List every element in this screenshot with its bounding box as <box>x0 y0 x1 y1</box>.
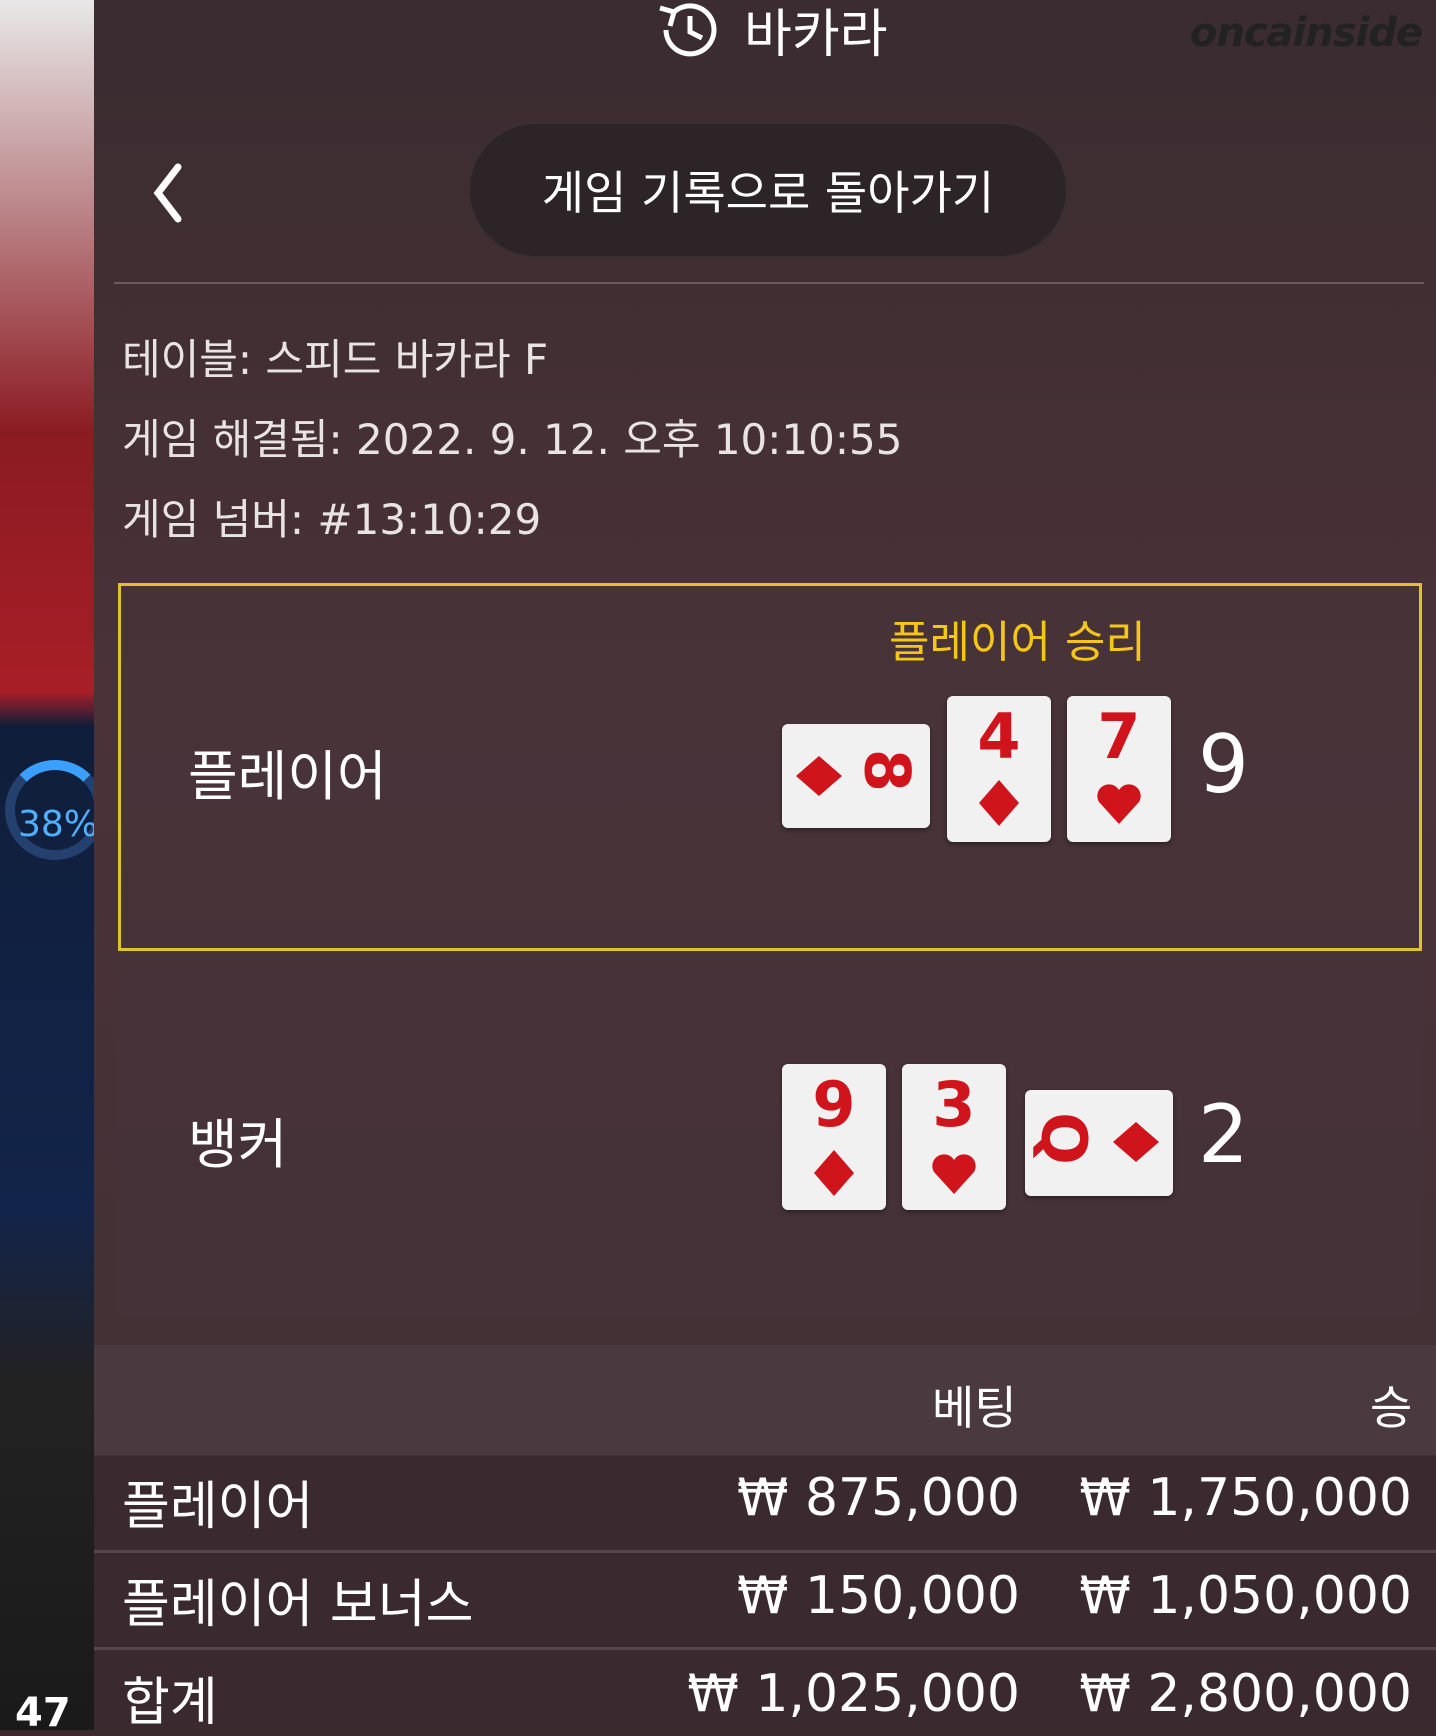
heart-icon <box>932 1154 976 1194</box>
bet-name: 플레이어 보너스 <box>122 1575 474 1635</box>
background-number: 47 <box>15 1690 71 1736</box>
total-bet-amount: ₩ 1,025,000 <box>687 1664 1020 1724</box>
card-rank: 8 <box>850 748 924 793</box>
back-to-history-button[interactable]: 게임 기록으로 돌아가기 <box>468 122 1068 258</box>
banker-score: 2 <box>1198 1088 1249 1181</box>
diamond-icon <box>1113 1122 1159 1162</box>
bet-name: 플레이어 <box>122 1477 314 1537</box>
bet-amount: ₩ 150,000 <box>737 1566 1020 1626</box>
playing-card: 3 <box>902 1064 1006 1210</box>
background-percent: 38% <box>18 804 99 845</box>
diamond-icon <box>796 756 842 796</box>
chevron-left-icon[interactable] <box>144 155 194 235</box>
total-label: 합계 <box>122 1673 218 1733</box>
heart-icon <box>1097 784 1141 824</box>
playing-card: 7 <box>1067 696 1171 842</box>
playing-card: Q <box>1025 1090 1173 1196</box>
card-rank: 7 <box>1097 700 1141 773</box>
diamond-icon <box>979 780 1019 826</box>
diamond-icon <box>814 1150 854 1196</box>
player-score: 9 <box>1198 718 1249 811</box>
top-bar: 바카라 oncainside <box>94 0 1436 95</box>
playing-card: 8 <box>782 724 930 828</box>
history-panel: 바카라 oncainside 게임 기록으로 돌아가기 테이블: 스피드 바카라… <box>94 0 1436 1733</box>
playing-card: 9 <box>782 1064 886 1210</box>
bets-table-header <box>94 1345 1436 1455</box>
card-rank: 9 <box>812 1068 856 1141</box>
card-rank: Q <box>1027 1112 1101 1165</box>
win-amount: ₩ 1,050,000 <box>1079 1566 1412 1626</box>
win-label: 플레이어 승리 <box>889 617 1146 668</box>
table-info: 테이블: 스피드 바카라 F <box>122 335 549 384</box>
player-label: 플레이어 <box>188 745 387 808</box>
background-game-view <box>0 0 100 1730</box>
bet-column-header: 베팅 <box>932 1381 1017 1435</box>
watermark: oncainside <box>1189 10 1423 56</box>
banker-label: 뱅커 <box>188 1113 288 1176</box>
game-number-info: 게임 넘버: #13:10:29 <box>122 495 542 544</box>
card-rank: 4 <box>977 700 1021 773</box>
win-column-header: 승 <box>1370 1381 1413 1435</box>
history-icon[interactable] <box>654 0 724 60</box>
card-rank: 3 <box>932 1068 976 1141</box>
page-title: 바카라 <box>744 5 888 65</box>
bet-amount: ₩ 875,000 <box>737 1468 1020 1528</box>
win-amount: ₩ 1,750,000 <box>1079 1468 1412 1528</box>
divider <box>114 282 1424 284</box>
total-win-amount: ₩ 2,800,000 <box>1079 1664 1412 1724</box>
playing-card: 4 <box>947 696 1051 842</box>
resolved-info: 게임 해결됨: 2022. 9. 12. 오후 10:10:55 <box>122 415 903 464</box>
